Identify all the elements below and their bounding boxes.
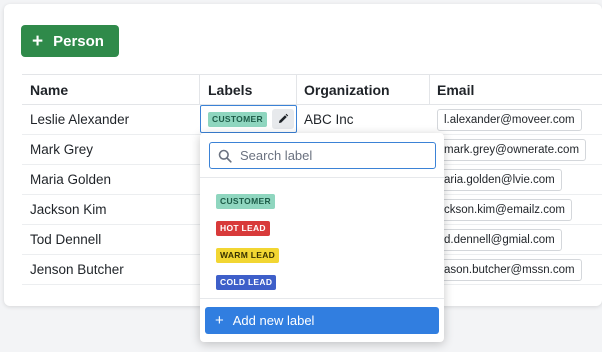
- email-field[interactable]: ason.butcher@mssn.com: [437, 258, 582, 281]
- label-badge-customer: CUSTOMER: [208, 111, 267, 127]
- email-cell[interactable]: mark.grey@ownerate.com: [430, 135, 602, 164]
- email-cell[interactable]: d.dennell@gmial.com: [430, 225, 602, 254]
- table-row[interactable]: Leslie Alexander ABC Inc l.alexander@mov…: [22, 105, 602, 135]
- contact-name: Leslie Alexander: [30, 112, 130, 127]
- label-badge-customer: CUSTOMER: [216, 194, 275, 209]
- dropdown-divider: [200, 298, 444, 299]
- label-option-customer[interactable]: CUSTOMER: [216, 188, 279, 215]
- organization-cell: ABC Inc: [304, 112, 354, 127]
- label-badge-cold-lead: COLD LEAD: [216, 275, 277, 290]
- pencil-icon: [278, 113, 289, 123]
- plus-icon: +: [215, 312, 224, 329]
- email-field[interactable]: ckson.kim@emailz.com: [437, 198, 572, 221]
- label-badge-warm-lead: WARM LEAD: [216, 248, 280, 263]
- add-person-button[interactable]: + Person: [21, 25, 119, 57]
- column-header-name[interactable]: Name: [22, 75, 200, 104]
- contact-name: Jackson Kim: [30, 202, 107, 217]
- column-header-email[interactable]: Email: [430, 75, 602, 104]
- column-header-organization[interactable]: Organization: [297, 75, 430, 104]
- contact-name: Maria Golden: [30, 172, 112, 187]
- labels-cell-editor[interactable]: CUSTOMER: [200, 105, 297, 133]
- label-picker-dropdown: CUSTOMER HOT LEAD WARM LEAD COLD LEAD + …: [200, 133, 444, 342]
- table-header-row: Name Labels Organization Email: [22, 75, 602, 105]
- column-header-labels[interactable]: Labels: [200, 75, 297, 104]
- add-new-label-text: Add new label: [232, 313, 315, 328]
- contact-name: Tod Dennell: [30, 232, 102, 247]
- email-field[interactable]: l.alexander@moveer.com: [437, 108, 582, 131]
- contact-name: Jenson Butcher: [30, 262, 124, 277]
- add-new-label-button[interactable]: + Add new label: [205, 307, 439, 334]
- email-field[interactable]: aria.golden@lvie.com: [437, 168, 562, 191]
- email-cell[interactable]: ckson.kim@emailz.com: [430, 195, 602, 224]
- search-icon: [218, 149, 232, 163]
- edit-labels-button[interactable]: [271, 109, 294, 129]
- email-field[interactable]: d.dennell@gmial.com: [437, 228, 562, 251]
- label-option-cold-lead[interactable]: COLD LEAD: [216, 269, 279, 296]
- email-cell[interactable]: l.alexander@moveer.com: [430, 105, 602, 134]
- email-field[interactable]: mark.grey@ownerate.com: [437, 138, 587, 161]
- label-options-list: CUSTOMER HOT LEAD WARM LEAD COLD LEAD: [216, 188, 280, 296]
- label-badge-hot-lead: HOT LEAD: [216, 221, 270, 236]
- email-cell[interactable]: aria.golden@lvie.com: [430, 165, 602, 194]
- dropdown-divider: [200, 177, 444, 178]
- label-option-warm-lead[interactable]: WARM LEAD: [216, 242, 280, 269]
- search-label-input[interactable]: [240, 148, 420, 163]
- label-option-hot-lead[interactable]: HOT LEAD: [216, 215, 279, 242]
- contact-name: Mark Grey: [30, 142, 94, 157]
- add-person-label: Person: [53, 32, 104, 50]
- search-label-field[interactable]: [209, 142, 436, 169]
- plus-icon: +: [32, 30, 44, 52]
- email-cell[interactable]: ason.butcher@mssn.com: [430, 255, 602, 284]
